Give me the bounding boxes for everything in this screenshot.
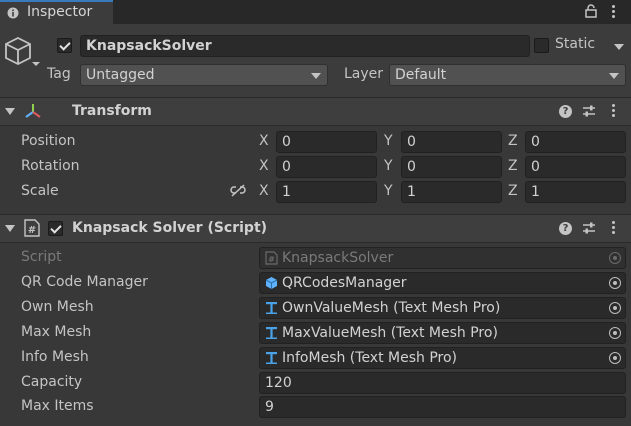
rotation-y-label[interactable]: Y bbox=[384, 158, 393, 174]
layer-dropdown[interactable]: Default bbox=[389, 64, 626, 86]
object-picker-icon[interactable] bbox=[609, 352, 621, 364]
position-z-input[interactable]: 0 bbox=[525, 131, 626, 153]
static-checkbox[interactable] bbox=[534, 38, 549, 53]
transform-axes-icon bbox=[25, 104, 41, 118]
scale-z-label[interactable]: Z bbox=[508, 183, 518, 199]
capacity-input[interactable]: 120 bbox=[259, 372, 626, 394]
chevron-down-icon bbox=[311, 73, 321, 79]
unlink-icon[interactable] bbox=[230, 184, 246, 198]
gameobject-name-input[interactable]: KnapsackSolver bbox=[80, 35, 530, 57]
position-x-label[interactable]: X bbox=[259, 133, 269, 149]
active-checkbox[interactable] bbox=[57, 38, 72, 53]
script-foldout-icon[interactable] bbox=[5, 225, 15, 232]
text-mesh-pro-icon bbox=[266, 302, 277, 314]
tag-label: Tag bbox=[47, 66, 71, 82]
help-icon[interactable]: ? bbox=[559, 222, 572, 235]
max-mesh-label: Max Mesh bbox=[21, 324, 92, 340]
scale-label: Scale bbox=[21, 183, 59, 199]
gameobject-cube-icon[interactable] bbox=[5, 36, 41, 70]
object-picker-icon[interactable] bbox=[609, 302, 621, 314]
static-label: Static bbox=[555, 36, 596, 52]
rotation-x-label[interactable]: X bbox=[259, 158, 269, 174]
own-mesh-field[interactable]: OwnValueMesh (Text Mesh Pro) bbox=[259, 297, 626, 319]
help-icon[interactable]: ? bbox=[559, 105, 572, 118]
rotation-x-input[interactable]: 0 bbox=[276, 156, 377, 178]
transform-foldout-icon[interactable] bbox=[5, 108, 15, 115]
layer-label: Layer bbox=[344, 66, 384, 82]
object-picker-icon[interactable] bbox=[609, 277, 621, 289]
script-file-icon: # bbox=[24, 219, 40, 237]
scale-x-label[interactable]: X bbox=[259, 183, 269, 199]
static-dropdown-arrow-icon[interactable] bbox=[614, 44, 624, 50]
tab-inspector[interactable]: Inspector bbox=[0, 0, 113, 24]
position-y-input[interactable]: 0 bbox=[401, 131, 502, 153]
qr-code-manager-field[interactable]: QRCodesManager bbox=[259, 272, 626, 294]
rotation-z-label[interactable]: Z bbox=[508, 158, 518, 174]
object-picker-icon[interactable] bbox=[609, 327, 621, 339]
script-icon: # bbox=[265, 251, 278, 265]
position-y-label[interactable]: Y bbox=[384, 133, 393, 149]
script-enabled-checkbox[interactable] bbox=[48, 221, 63, 236]
text-mesh-pro-icon bbox=[266, 327, 277, 339]
cube-icon bbox=[265, 277, 278, 289]
script-component-menu-icon[interactable] bbox=[612, 221, 615, 224]
info-icon bbox=[7, 7, 19, 19]
text-mesh-pro-icon bbox=[266, 352, 277, 364]
rotation-label: Rotation bbox=[21, 158, 80, 174]
max-items-label: Max Items bbox=[21, 398, 94, 414]
scale-x-input[interactable]: 1 bbox=[276, 181, 377, 203]
tab-title: Inspector bbox=[27, 4, 93, 20]
object-picker-icon bbox=[609, 252, 621, 264]
chevron-down-icon bbox=[609, 73, 619, 79]
rotation-y-input[interactable]: 0 bbox=[401, 156, 502, 178]
scale-z-input[interactable]: 1 bbox=[525, 181, 626, 203]
scale-y-input[interactable]: 1 bbox=[401, 181, 502, 203]
rotation-z-input[interactable]: 0 bbox=[525, 156, 626, 178]
position-z-label[interactable]: Z bbox=[508, 133, 518, 149]
capacity-label: Capacity bbox=[21, 374, 83, 390]
script-field: # KnapsackSolver bbox=[259, 247, 626, 269]
position-x-input[interactable]: 0 bbox=[276, 131, 377, 153]
qr-code-manager-label: QR Code Manager bbox=[21, 274, 148, 290]
max-mesh-field[interactable]: MaxValueMesh (Text Mesh Pro) bbox=[259, 322, 626, 344]
script-label: Script bbox=[21, 249, 62, 265]
transform-title: Transform bbox=[72, 103, 152, 119]
tag-dropdown[interactable]: Untagged bbox=[80, 64, 328, 86]
scale-y-label[interactable]: Y bbox=[384, 183, 393, 199]
lock-icon[interactable] bbox=[585, 4, 597, 18]
info-mesh-field[interactable]: InfoMesh (Text Mesh Pro) bbox=[259, 347, 626, 369]
info-mesh-label: Info Mesh bbox=[21, 349, 89, 365]
position-label: Position bbox=[21, 133, 76, 149]
own-mesh-label: Own Mesh bbox=[21, 299, 94, 315]
max-items-input[interactable]: 9 bbox=[259, 396, 626, 418]
svg-text:#: # bbox=[268, 255, 275, 264]
presets-icon[interactable] bbox=[582, 221, 596, 235]
script-component-title: Knapsack Solver (Script) bbox=[72, 220, 268, 236]
svg-text:#: # bbox=[28, 225, 36, 236]
transform-menu-icon[interactable] bbox=[612, 104, 615, 107]
presets-icon[interactable] bbox=[582, 104, 596, 118]
